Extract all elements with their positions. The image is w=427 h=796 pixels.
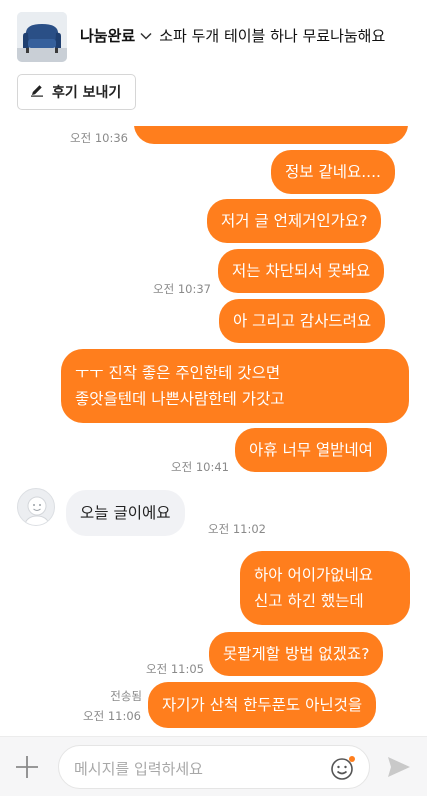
message-bubble-out[interactable]: 하아 어이가없네요 신고 하긴 했는데 bbox=[240, 551, 410, 625]
message-time: 오전 10:37 bbox=[153, 282, 211, 296]
message-bubble-out[interactable]: 못팔게할 방법 없겠죠? bbox=[209, 632, 384, 676]
send-review-button[interactable]: 후기 보내기 bbox=[17, 74, 137, 110]
message-bubble-out[interactable]: 아 그리고 감사드려요 bbox=[219, 299, 386, 343]
emoji-icon[interactable] bbox=[329, 754, 357, 782]
message-line: 좋앗을텐데 나쁜사람한테 가갓고 bbox=[75, 390, 285, 408]
pencil-icon bbox=[30, 83, 44, 101]
item-title[interactable]: 소파 두개 테이블 하나 무료나눔해요 bbox=[159, 25, 385, 46]
message-line: ㅜㅜ 진작 좋은 주인한테 갓으면 bbox=[75, 364, 281, 382]
message-input[interactable]: 메시지를 입력하세요 bbox=[58, 745, 370, 789]
chevron-down-icon[interactable] bbox=[140, 32, 152, 40]
message-bubble-out[interactable]: 아휴 너무 열받네여 bbox=[235, 428, 387, 472]
plus-icon[interactable] bbox=[13, 753, 41, 781]
message-bubble-out[interactable]: 저는 차단되서 못봐요 bbox=[218, 249, 385, 293]
message-time: 오전 11:05 bbox=[146, 662, 204, 676]
sofa-photo-icon bbox=[17, 12, 67, 62]
trade-status[interactable]: 나눔완료 bbox=[80, 25, 135, 46]
send-icon[interactable] bbox=[386, 755, 412, 779]
chat-messages[interactable]: 오전 10:36 정보 같네요.... 저거 글 언제거인가요? 오전 10:3… bbox=[0, 126, 427, 736]
message-bubble-out[interactable]: 자기가 산척 한두푼도 아닌것을 bbox=[148, 682, 377, 728]
message-time: 오전 10:41 bbox=[171, 460, 229, 474]
send-review-label: 후기 보내기 bbox=[52, 85, 122, 101]
chat-header: 나눔완료 소파 두개 테이블 하나 무료나눔해요 후기 보내기 bbox=[0, 0, 427, 126]
message-time: 오전 11:02 bbox=[208, 522, 266, 536]
message-input-placeholder: 메시지를 입력하세요 bbox=[74, 760, 203, 778]
message-line: 하아 어이가없네요 bbox=[254, 566, 374, 584]
message-line: 신고 하긴 했는데 bbox=[254, 592, 364, 610]
message-time: 오전 10:36 bbox=[70, 131, 128, 145]
sent-status: 전송됨 bbox=[110, 689, 142, 703]
message-composer: 메시지를 입력하세요 bbox=[0, 736, 427, 796]
default-avatar-icon[interactable] bbox=[17, 488, 55, 526]
message-bubble-out[interactable] bbox=[134, 126, 408, 144]
header-title-row: 나눔완료 소파 두개 테이블 하나 무료나눔해요 bbox=[80, 25, 419, 46]
message-bubble-out[interactable]: 저거 글 언제거인가요? bbox=[207, 199, 382, 243]
message-time: 오전 11:06 bbox=[83, 709, 141, 723]
item-thumbnail[interactable] bbox=[17, 12, 67, 62]
message-bubble-in[interactable]: 오늘 글이에요 bbox=[66, 490, 185, 536]
message-bubble-out[interactable]: 정보 같네요.... bbox=[271, 150, 395, 194]
message-bubble-out[interactable]: ㅜㅜ 진작 좋은 주인한테 갓으면 좋앗을텐데 나쁜사람한테 가갓고 bbox=[61, 349, 409, 423]
